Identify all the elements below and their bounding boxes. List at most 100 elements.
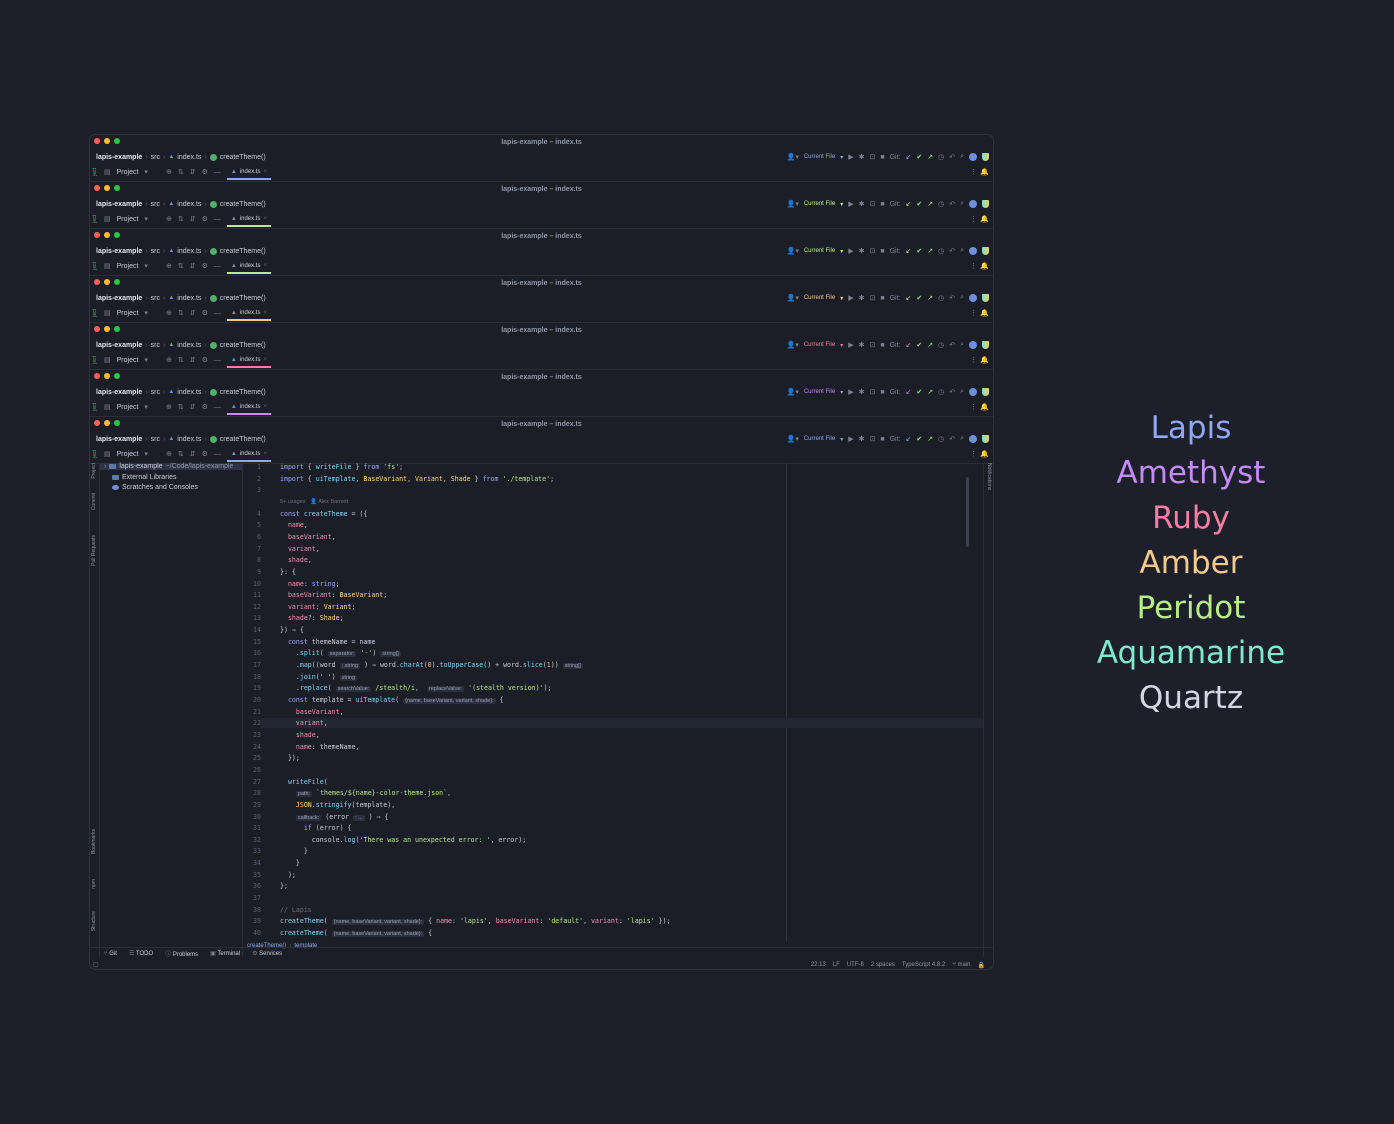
nav-function[interactable]: createTheme()	[220, 248, 266, 255]
chevron-down-icon[interactable]: ▾	[144, 215, 148, 223]
shield-icon[interactable]	[982, 435, 989, 443]
rollback-icon[interactable]: ↶	[949, 341, 955, 349]
left-tool-structure[interactable]: Structure	[91, 911, 97, 931]
tab-index-ts[interactable]: ▲ index.ts ×	[226, 400, 272, 415]
search-icon[interactable]: ⌕	[960, 435, 964, 443]
run-icon[interactable]: ▶	[848, 247, 853, 255]
history-icon[interactable]: ◷	[938, 200, 944, 208]
git-update-icon[interactable]: ↙	[905, 153, 911, 161]
chevron-down-icon[interactable]: ▾	[144, 262, 148, 270]
chevron-down-icon[interactable]: ▾	[144, 403, 148, 411]
code-vision-hint[interactable]: 5+ usages 👤 Alex Barnett	[280, 499, 348, 505]
author-link[interactable]: Alex Barnett	[318, 499, 348, 505]
editor-scrollbar[interactable]	[966, 477, 969, 547]
run-config-select[interactable]: Current File	[804, 154, 835, 160]
nav-project[interactable]: lapis-example	[96, 342, 142, 349]
collapse-all-icon[interactable]: ⇵	[190, 403, 196, 411]
chevron-down-icon[interactable]: ▾	[144, 450, 148, 458]
rollback-icon[interactable]: ↶	[949, 200, 955, 208]
shield-icon[interactable]	[982, 388, 989, 396]
user-icon[interactable]: 👤▾	[787, 153, 799, 161]
run-icon[interactable]: ▶	[848, 153, 853, 161]
git-commit-icon[interactable]: ✔	[916, 341, 922, 349]
git-update-icon[interactable]: ↙	[905, 341, 911, 349]
nav-function[interactable]: createTheme()	[220, 201, 266, 208]
nav-project[interactable]: lapis-example	[96, 436, 142, 443]
tool-window-services[interactable]: ⚙ Services	[252, 950, 282, 957]
locate-icon[interactable]: ⊕	[166, 403, 172, 411]
avatar[interactable]	[969, 435, 977, 443]
rollback-icon[interactable]: ↶	[949, 435, 955, 443]
locate-icon[interactable]: ⊕	[166, 356, 172, 364]
shield-icon[interactable]	[982, 247, 989, 255]
tool-window-git[interactable]: ⑂ Git	[104, 951, 117, 957]
stop-icon[interactable]: ■	[880, 342, 884, 349]
git-push-icon[interactable]: ↗	[927, 341, 933, 349]
history-icon[interactable]: ◷	[938, 341, 944, 349]
search-icon[interactable]: ⌕	[960, 153, 964, 161]
stop-icon[interactable]: ■	[880, 201, 884, 208]
nav-project[interactable]: lapis-example	[96, 201, 142, 208]
tab-index-ts[interactable]: ▲ index.ts ×	[226, 165, 272, 180]
code-editor[interactable]: 1 import { writeFile } from 'fs'; 2 import …	[243, 463, 983, 941]
git-commit-icon[interactable]: ✔	[916, 435, 922, 443]
user-icon[interactable]: 👤▾	[787, 247, 799, 255]
tool-window-problems[interactable]: ⓘ Problems	[165, 949, 198, 958]
locate-icon[interactable]: ⊕	[166, 215, 172, 223]
history-icon[interactable]: ◷	[938, 388, 944, 396]
git-push-icon[interactable]: ↗	[927, 153, 933, 161]
history-icon[interactable]: ◷	[938, 247, 944, 255]
git-push-icon[interactable]: ↗	[927, 247, 933, 255]
stop-icon[interactable]: ■	[880, 295, 884, 302]
search-icon[interactable]: ⌕	[960, 388, 964, 396]
tree-item-scratches[interactable]: Scratches and Consoles	[112, 484, 198, 491]
nav-file[interactable]: index.ts	[177, 436, 201, 443]
hide-icon[interactable]: —	[214, 310, 221, 317]
nav-function[interactable]: createTheme()	[220, 295, 266, 302]
tab-index-ts[interactable]: ▲ index.ts ×	[226, 306, 272, 321]
collapse-all-icon[interactable]: ⇵	[190, 215, 196, 223]
nav-function[interactable]: createTheme()	[220, 389, 266, 396]
project-view-select[interactable]: Project	[117, 357, 139, 364]
gear-icon[interactable]: ⚙	[202, 309, 208, 317]
git-update-icon[interactable]: ↙	[905, 294, 911, 302]
bell-icon[interactable]: 🔔	[980, 262, 989, 270]
nav-src[interactable]: src	[151, 201, 160, 208]
more-icon[interactable]: ⋮	[970, 262, 977, 270]
nav-src[interactable]: src	[151, 436, 160, 443]
nav-file[interactable]: index.ts	[177, 201, 201, 208]
nav-src[interactable]: src	[151, 154, 160, 161]
collapse-all-icon[interactable]: ⇵	[190, 450, 196, 458]
run-config-select[interactable]: Current File	[804, 342, 835, 348]
layout-icon[interactable]: ▢	[93, 961, 99, 968]
hide-icon[interactable]: —	[214, 451, 221, 458]
debug-icon[interactable]: ✱	[859, 247, 865, 255]
coverage-icon[interactable]: ⊡	[869, 388, 875, 396]
search-icon[interactable]: ⌕	[960, 200, 964, 208]
lock-icon[interactable]: 🔓	[978, 962, 985, 969]
left-tool-commit[interactable]: Commit	[91, 493, 97, 510]
tab-index-ts[interactable]: ▲ index.ts ×	[226, 259, 272, 274]
history-icon[interactable]: ◷	[938, 153, 944, 161]
shield-icon[interactable]	[982, 200, 989, 208]
gear-icon[interactable]: ⚙	[202, 450, 208, 458]
status-language[interactable]: TypeScript 4.8.2	[902, 962, 945, 968]
debug-icon[interactable]: ✱	[859, 435, 865, 443]
debug-icon[interactable]: ✱	[859, 388, 865, 396]
avatar[interactable]	[969, 200, 977, 208]
run-config-select[interactable]: Current File	[804, 201, 835, 207]
status-encoding[interactable]: UTF-8	[847, 962, 864, 968]
coverage-icon[interactable]: ⊡	[869, 435, 875, 443]
run-icon[interactable]: ▶	[848, 388, 853, 396]
gear-icon[interactable]: ⚙	[202, 356, 208, 364]
git-update-icon[interactable]: ↙	[905, 200, 911, 208]
left-tool-bookmarks[interactable]: Bookmarks	[91, 829, 97, 854]
more-icon[interactable]: ⋮	[970, 168, 977, 176]
avatar[interactable]	[969, 247, 977, 255]
nav-src[interactable]: src	[151, 248, 160, 255]
history-icon[interactable]: ◷	[938, 435, 944, 443]
nav-function[interactable]: createTheme()	[220, 342, 266, 349]
debug-icon[interactable]: ✱	[859, 200, 865, 208]
user-icon[interactable]: 👤▾	[787, 435, 799, 443]
rollback-icon[interactable]: ↶	[949, 247, 955, 255]
